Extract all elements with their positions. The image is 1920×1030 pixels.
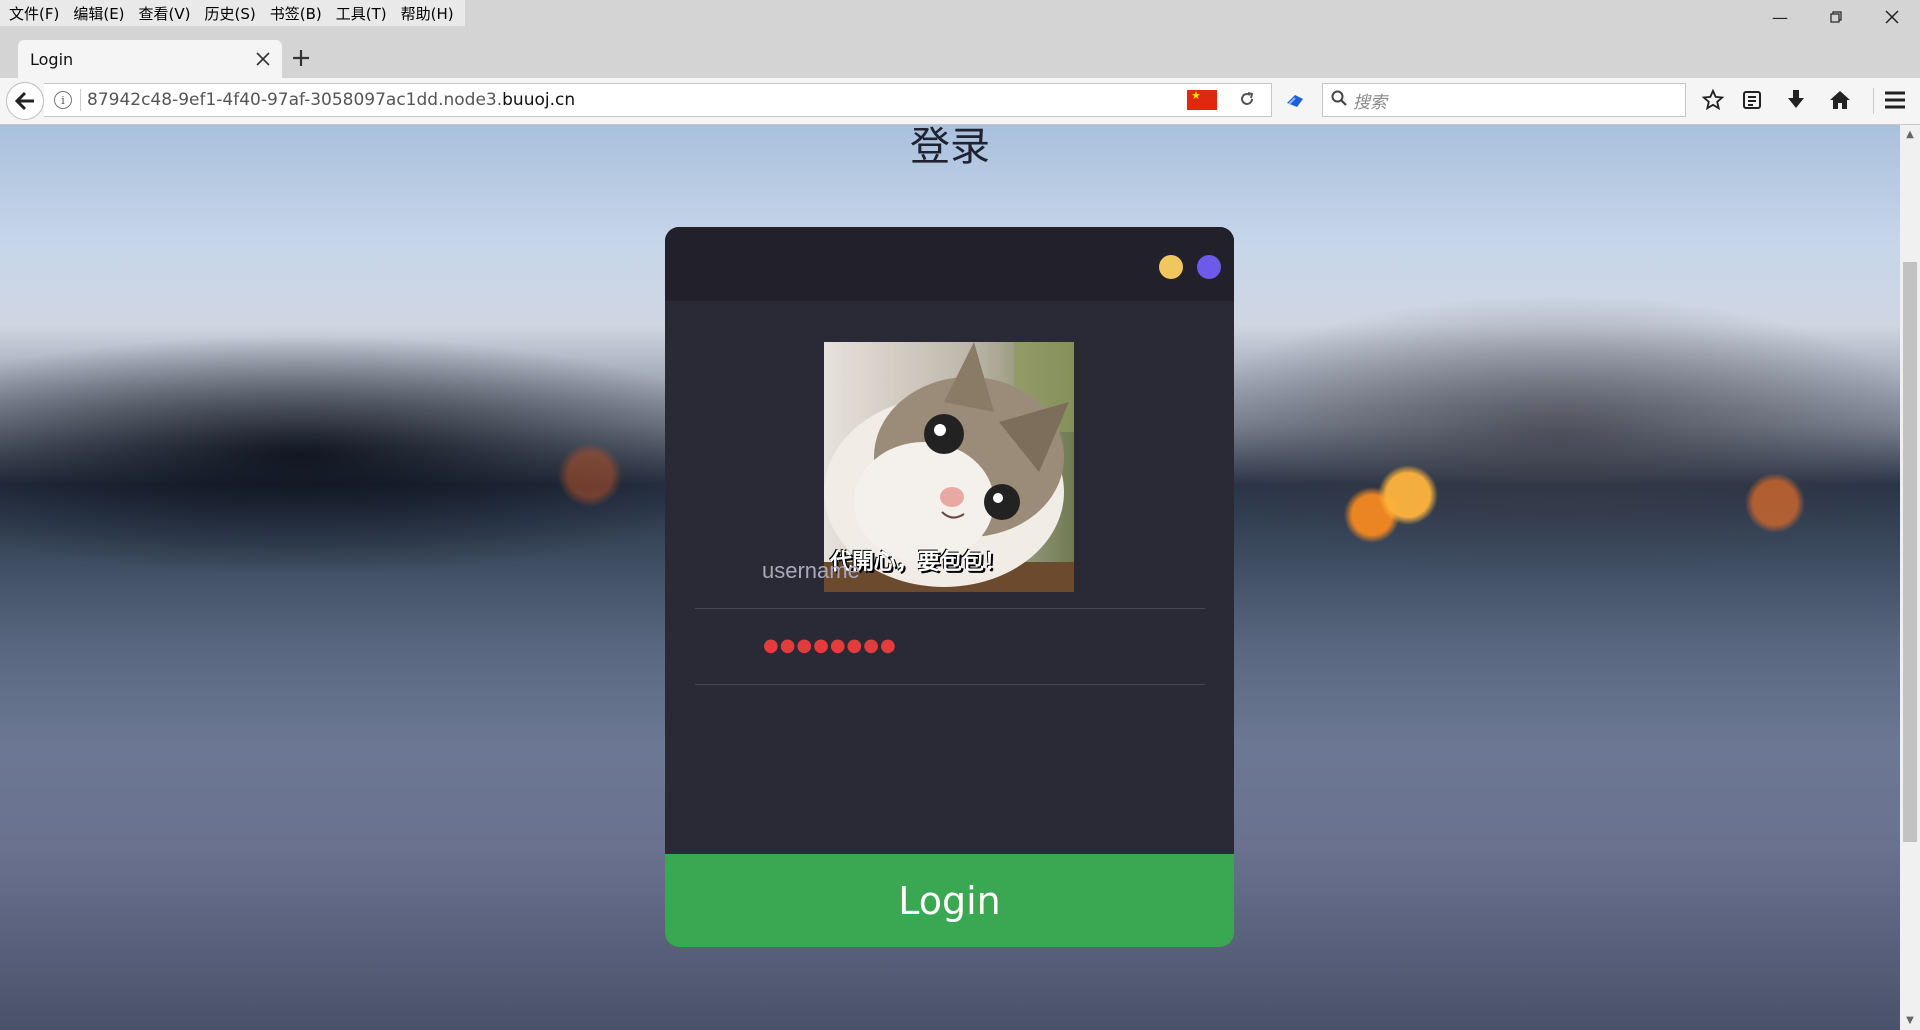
search-bar[interactable]: 搜索 [1322, 83, 1686, 117]
username-placeholder: username [762, 558, 860, 583]
tab-close-icon[interactable] [256, 47, 270, 71]
extension-icon[interactable] [1285, 91, 1305, 109]
reading-list-icon [1743, 91, 1761, 109]
url-divider [80, 89, 81, 111]
reading-list-button[interactable] [1737, 85, 1767, 115]
menu-bookmarks[interactable]: 书签(B) [263, 3, 329, 24]
info-icon[interactable]: i [54, 91, 72, 109]
scrollbar-thumb[interactable] [1903, 262, 1917, 842]
close-icon [1885, 10, 1899, 24]
page-title: 登录 [910, 125, 990, 170]
menu-list: 文件(F) 编辑(E) 查看(V) 历史(S) 书签(B) 工具(T) 帮助(H… [0, 0, 465, 26]
page-viewport: 登录 代開心，要包包！ username ●●●●●●●● Login [0, 125, 1900, 1030]
url-prefix: 87942c48-9ef1-4f40-97af-3058097ac1dd.nod… [87, 90, 503, 110]
yellow-dot-icon [1159, 255, 1183, 279]
menu-tools[interactable]: 工具(T) [329, 3, 394, 24]
tab-title: Login [30, 49, 74, 69]
downloads-button[interactable] [1781, 85, 1811, 115]
menu-bar: 文件(F) 编辑(E) 查看(V) 历史(S) 书签(B) 工具(T) 帮助(H… [0, 0, 1920, 26]
url-domain: buuoj.cn [502, 90, 576, 110]
star-icon [1702, 89, 1724, 111]
menu-file[interactable]: 文件(F) [2, 3, 66, 24]
toolbar-divider [1873, 88, 1874, 114]
plus-icon [293, 50, 309, 66]
download-icon [1788, 90, 1804, 108]
menu-view[interactable]: 查看(V) [132, 3, 198, 24]
hamburger-menu-icon [1885, 91, 1905, 109]
vertical-scrollbar[interactable]: ▲ ▼ [1900, 125, 1920, 1030]
search-icon [1331, 90, 1347, 110]
scroll-up-icon[interactable]: ▲ [1900, 129, 1920, 140]
url-bar[interactable]: i 87942c48-9ef1-4f40-97af-3058097ac1dd.n… [44, 83, 1272, 117]
scroll-down-icon[interactable]: ▼ [1900, 1015, 1920, 1026]
login-button[interactable]: Login [665, 854, 1234, 947]
new-tab-button[interactable] [292, 40, 310, 78]
home-icon [1830, 91, 1850, 109]
card-header [665, 227, 1234, 301]
back-arrow-icon [14, 91, 34, 111]
url-text[interactable]: 87942c48-9ef1-4f40-97af-3058097ac1dd.nod… [87, 90, 1187, 110]
back-button[interactable] [6, 82, 44, 120]
username-field[interactable]: username [695, 535, 1205, 609]
tab-strip: Login [0, 26, 1920, 78]
menu-button[interactable] [1880, 85, 1910, 115]
password-value: ●●●●●●●● [763, 635, 897, 656]
china-flag-icon[interactable]: ★ [1187, 90, 1217, 110]
search-placeholder: 搜索 [1353, 92, 1387, 113]
purple-dot-icon [1197, 255, 1221, 279]
home-button[interactable] [1825, 85, 1855, 115]
menu-help[interactable]: 帮助(H) [394, 3, 461, 24]
tab-login[interactable]: Login [18, 40, 282, 78]
restore-icon [1830, 11, 1842, 23]
bookmark-star-button[interactable] [1698, 85, 1728, 115]
menu-edit[interactable]: 编辑(E) [66, 3, 131, 24]
password-field[interactable]: ●●●●●●●● [695, 611, 1205, 685]
login-card: 代開心，要包包！ username ●●●●●●●● Login [665, 227, 1234, 947]
navigation-bar: i 87942c48-9ef1-4f40-97af-3058097ac1dd.n… [0, 78, 1920, 125]
menu-history[interactable]: 历史(S) [198, 3, 263, 24]
reload-icon[interactable] [1239, 88, 1255, 112]
